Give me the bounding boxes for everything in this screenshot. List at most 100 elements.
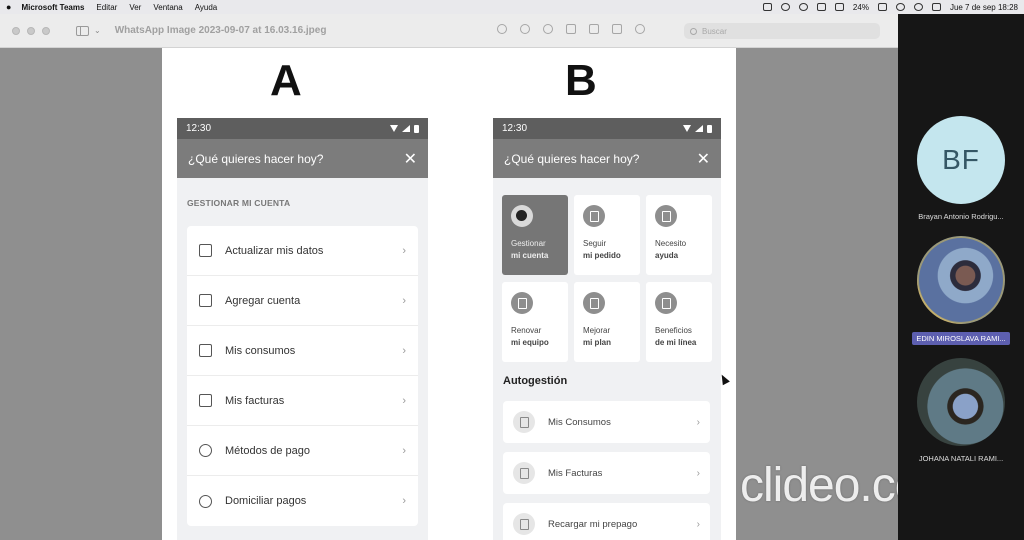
battery-icon[interactable] [877, 3, 887, 11]
control-center-icon[interactable] [931, 3, 941, 11]
search-input[interactable]: Buscar [684, 23, 880, 39]
section-title: GESTIONAR MI CUENTA [187, 198, 291, 208]
tile-line1: Renovar [511, 326, 542, 335]
list-item-agregar[interactable]: Agregar cuenta › [187, 276, 418, 326]
tile-renovar-equipo[interactable]: Renovar mi equipo [502, 282, 568, 362]
avatar [917, 236, 1005, 324]
screen: ● Microsoft Teams Editar Ver Ventana Ayu… [0, 0, 1024, 540]
list-item-domiciliar[interactable]: Domiciliar pagos › [187, 476, 418, 526]
status-icons [390, 124, 419, 133]
menu-ver[interactable]: Ver [129, 3, 141, 12]
chevron-right-icon: › [402, 394, 406, 407]
toolbar-tools [497, 24, 645, 34]
quick-actions-grid: Gestionar mi cuenta Seguir mi pedido Nec… [502, 195, 712, 362]
bluetooth-icon[interactable] [816, 3, 826, 11]
tile-seguir-pedido[interactable]: Seguir mi pedido [574, 195, 640, 275]
preview-toolbar: ⌄ WhatsApp Image 2023-09-07 at 16.03.16.… [0, 14, 898, 48]
list-item-facturas[interactable]: Mis facturas › [187, 376, 418, 426]
menu-ayuda[interactable]: Ayuda [195, 3, 218, 12]
globe-icon [199, 444, 212, 457]
tile-line2: ayuda [655, 251, 679, 260]
chevron-down-icon[interactable]: ⌄ [94, 26, 101, 35]
invoice-icon [513, 462, 535, 484]
zoom-out-icon[interactable] [520, 24, 530, 34]
participant-name: Brayan Antonio Rodrigu... [918, 212, 1004, 221]
markup-icon[interactable] [589, 24, 599, 34]
tile-beneficios-linea[interactable]: Beneficios de mi línea [646, 282, 712, 362]
wifi-icon [683, 125, 691, 132]
close-icon[interactable]: ✕ [404, 149, 417, 169]
rotate-icon[interactable] [612, 24, 622, 34]
clipboard-icon[interactable] [762, 3, 772, 11]
annotate-icon[interactable] [635, 24, 645, 34]
tile-line2: mi cuenta [511, 251, 549, 260]
menu-editar[interactable]: Editar [96, 3, 117, 12]
menu-extras: 24% Jue 7 de sep 18:28 [762, 3, 1018, 12]
chevron-right-icon: › [696, 467, 700, 479]
clock[interactable]: Jue 7 de sep 18:28 [950, 3, 1018, 12]
tile-line1: Gestionar [511, 239, 546, 248]
record-icon[interactable] [780, 3, 790, 11]
chevron-right-icon: › [696, 518, 700, 530]
list-item-actualizar[interactable]: Actualizar mis datos › [187, 226, 418, 276]
status-icons [683, 124, 712, 133]
section-title: Autogestión [503, 375, 568, 387]
avatar-initials: BF [942, 144, 980, 175]
signal-icon [402, 125, 410, 132]
header-title: ¿Qué quieres hacer hoy? [188, 151, 324, 166]
participant-tile[interactable]: BF Brayan Antonio Rodrigu... [898, 116, 1024, 221]
gift-icon [655, 292, 677, 314]
list-item-label: Agregar cuenta [225, 294, 301, 307]
minimize-window-button[interactable] [27, 26, 35, 35]
info-icon[interactable] [497, 24, 507, 34]
search-placeholder: Buscar [702, 26, 727, 36]
list-item-metodos-pago[interactable]: Métodos de pago › [187, 426, 418, 476]
label-a: A [270, 56, 302, 105]
participant-name: JOHANA NATALI RAMI... [918, 454, 1004, 463]
play-icon[interactable] [798, 3, 808, 11]
menu-ventana[interactable]: Ventana [153, 3, 182, 12]
list-item-label: Mis Consumos [548, 416, 611, 428]
status-time: 12:30 [502, 123, 528, 134]
tile-line1: Beneficios [655, 326, 692, 335]
image-document: A B 12:30 ¿Qué quieres hacer hoy? ✕ GEST… [162, 48, 736, 540]
lock-icon [513, 411, 535, 433]
participant-tile[interactable]: EDIN MIROSLAVA RAMI... [898, 236, 1024, 350]
list-item-mis-consumos[interactable]: Mis Consumos › [503, 401, 710, 443]
sim-card-icon [513, 513, 535, 535]
tile-mejorar-plan[interactable]: Mejorar mi plan [574, 282, 640, 362]
zoom-window-button[interactable] [42, 26, 50, 35]
apple-icon[interactable]: ● [6, 2, 11, 12]
tile-gestionar-cuenta[interactable]: Gestionar mi cuenta [502, 195, 568, 275]
window-title: WhatsApp Image 2023-09-07 at 16.03.16.jp… [114, 25, 327, 36]
volume-icon[interactable] [834, 3, 844, 11]
status-time: 12:30 [186, 123, 212, 134]
header-b: ¿Qué quieres hacer hoy? ✕ [493, 139, 721, 178]
wifi-icon[interactable] [895, 3, 905, 11]
chevron-right-icon: › [402, 344, 406, 357]
signal-icon [695, 125, 703, 132]
battery-icon [707, 124, 712, 133]
share-icon[interactable] [566, 24, 576, 34]
zoom-in-icon[interactable] [543, 24, 553, 34]
list-item-label: Métodos de pago [225, 444, 311, 457]
app-menu[interactable]: Microsoft Teams [21, 3, 84, 12]
close-window-button[interactable] [12, 26, 20, 35]
list-item-consumos[interactable]: Mis consumos › [187, 326, 418, 376]
list-item-recargar[interactable]: Recargar mi prepago › [503, 503, 710, 540]
account-options-list: Actualizar mis datos › Agregar cuenta › … [187, 226, 418, 526]
close-icon[interactable]: ✕ [697, 149, 710, 169]
phone-mockup-b: 12:30 ¿Qué quieres hacer hoy? ✕ Gestiona… [493, 118, 721, 540]
header-title: ¿Qué quieres hacer hoy? [504, 151, 640, 166]
status-bar-a: 12:30 [177, 118, 428, 139]
globe-icon [199, 494, 212, 508]
list-item-mis-facturas[interactable]: Mis Facturas › [503, 452, 710, 494]
sidebar-toggle-icon[interactable] [76, 25, 89, 36]
participant-tile[interactable]: JOHANA NATALI RAMI... [898, 358, 1024, 463]
status-bar-b: 12:30 [493, 118, 721, 139]
tile-necesito-ayuda[interactable]: Necesito ayuda [646, 195, 712, 275]
spotlight-icon[interactable] [913, 3, 923, 11]
document-icon [199, 344, 212, 357]
search-icon [690, 27, 697, 35]
chevron-right-icon: › [696, 416, 700, 428]
